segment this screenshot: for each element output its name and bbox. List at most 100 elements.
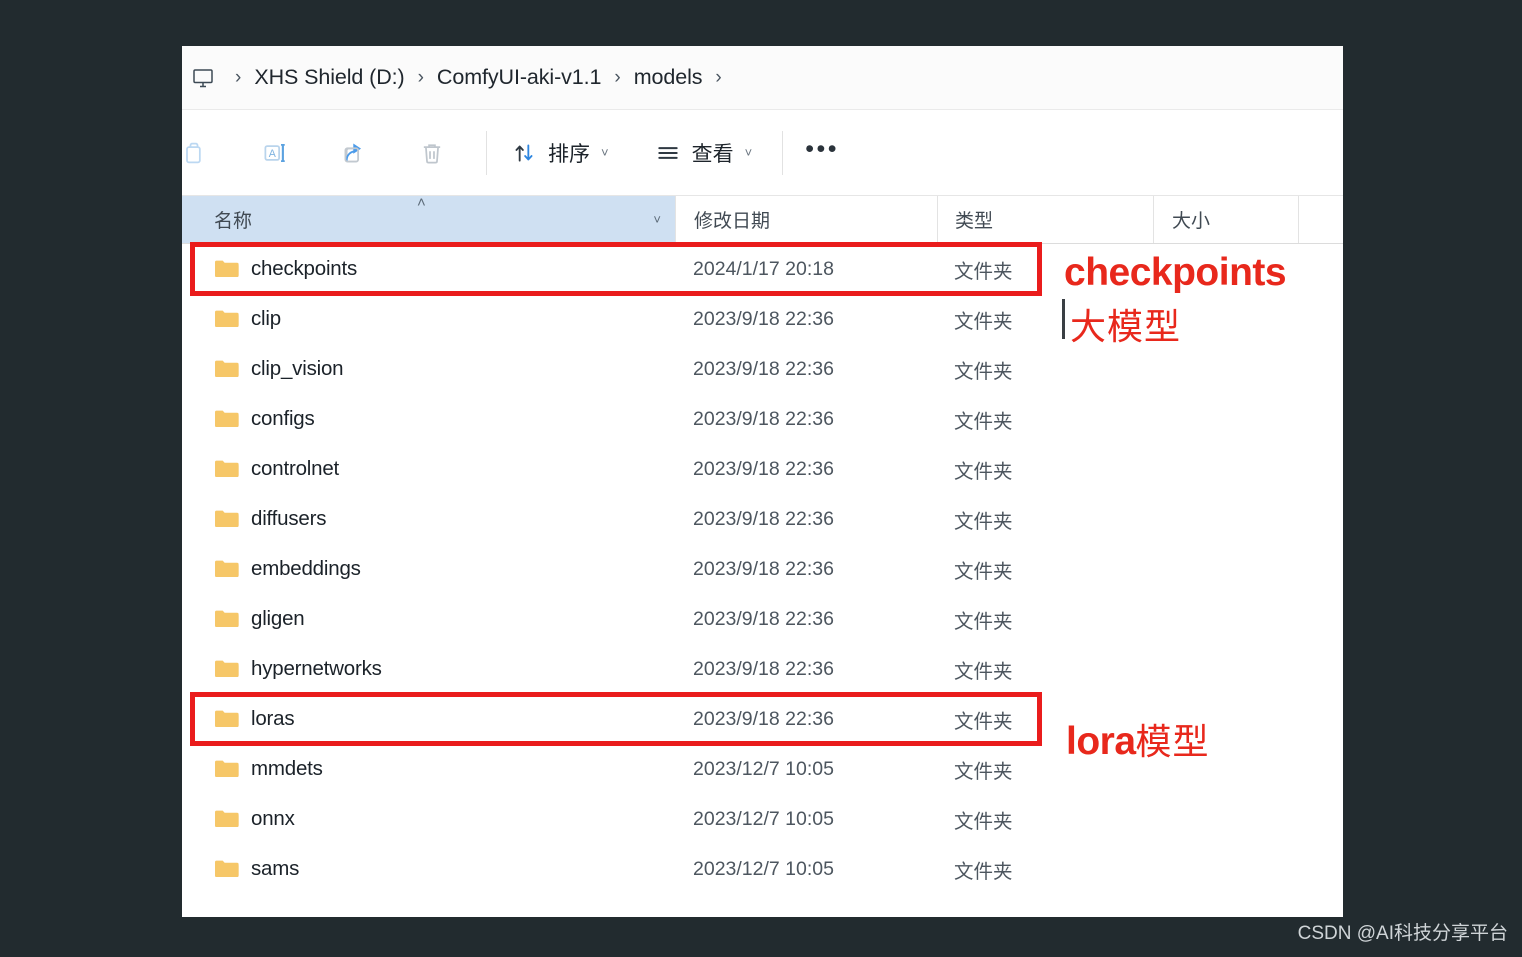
folder-icon — [214, 459, 239, 479]
file-name-cell: sams — [182, 857, 675, 881]
file-explorer-window: › XHS Shield (D:) › ComfyUI-aki-v1.1 › m… — [182, 46, 1343, 917]
column-header-size[interactable]: 大小 — [1153, 196, 1298, 243]
chevron-down-icon: ˅ — [744, 145, 753, 160]
folder-icon — [214, 559, 239, 579]
file-date-cell: 2023/12/7 10:05 — [693, 857, 834, 880]
file-type-cell: 文件夹 — [954, 660, 1013, 683]
breadcrumb-separator-3[interactable]: › — [702, 68, 734, 87]
column-header-date-modified[interactable]: 修改日期 — [675, 196, 937, 243]
column-header-date-label: 修改日期 — [694, 211, 771, 232]
file-type-cell: 文件夹 — [954, 410, 1013, 433]
file-date-cell: 2023/12/7 10:05 — [693, 807, 834, 830]
file-row[interactable]: embeddings 2023/9/18 22:36 文件夹 — [182, 544, 1343, 594]
file-name-label: controlnet — [251, 457, 340, 480]
annotation-loras: lora模型 — [1066, 713, 1210, 765]
folder-icon — [214, 759, 239, 779]
view-list-icon — [653, 140, 683, 166]
column-header-filler — [1298, 196, 1343, 243]
watermark: CSDN @AI科技分享平台 — [1297, 923, 1508, 944]
folder-icon — [214, 609, 239, 629]
file-date-cell: 2023/9/18 22:36 — [693, 557, 834, 580]
file-name-label: sams — [251, 857, 300, 880]
ellipsis-icon: ••• — [805, 135, 840, 163]
file-name-cell: clip_vision — [182, 357, 675, 381]
file-date-cell: 2023/9/18 22:36 — [693, 357, 834, 380]
file-type-cell: 文件夹 — [954, 560, 1013, 583]
folder-icon — [214, 859, 239, 879]
sort-label: 排序 — [548, 142, 590, 166]
file-name-cell: configs — [182, 407, 675, 431]
annotation-loras-latin: lora — [1066, 720, 1136, 763]
share-icon[interactable] — [326, 125, 382, 181]
text-cursor-caret — [1062, 299, 1065, 339]
sort-button[interactable]: 排序 ˅ — [501, 125, 617, 181]
column-header-type[interactable]: 类型 — [937, 196, 1153, 243]
file-row[interactable]: sams 2023/12/7 10:05 文件夹 — [182, 844, 1343, 894]
file-name-label: mmdets — [251, 757, 323, 780]
file-row[interactable]: controlnet 2023/9/18 22:36 文件夹 — [182, 444, 1343, 494]
command-toolbar: A 排序 ˅ 查看 ˅ ••• — [182, 110, 1343, 196]
file-name-label: embeddings — [251, 557, 361, 580]
rename-icon[interactable]: A — [248, 125, 304, 181]
file-row[interactable]: gligen 2023/9/18 22:36 文件夹 — [182, 594, 1343, 644]
folder-icon — [214, 509, 239, 529]
file-name-cell: checkpoints — [182, 257, 675, 281]
folder-icon — [214, 259, 239, 279]
svg-text:A: A — [269, 147, 277, 159]
column-header-name[interactable]: ˄ 名称 ˅ — [182, 194, 675, 243]
file-name-label: loras — [251, 707, 295, 730]
chevron-down-icon[interactable]: ˅ — [653, 212, 661, 227]
folder-icon — [214, 809, 239, 829]
folder-icon — [214, 709, 239, 729]
annotation-checkpoints-latin: checkpoints — [1064, 251, 1287, 294]
file-date-cell: 2023/9/18 22:36 — [693, 507, 834, 530]
file-type-cell: 文件夹 — [954, 460, 1013, 483]
file-row[interactable]: hypernetworks 2023/9/18 22:36 文件夹 — [182, 644, 1343, 694]
file-name-cell: loras — [182, 707, 675, 731]
file-name-label: hypernetworks — [251, 657, 382, 680]
file-name-cell: onnx — [182, 807, 675, 831]
file-name-cell: mmdets — [182, 757, 675, 781]
breadcrumb-item-comfyui[interactable]: ComfyUI-aki-v1.1 — [437, 65, 602, 90]
file-date-cell: 2023/9/18 22:36 — [693, 307, 834, 330]
sort-ascending-caret-icon: ˄ — [417, 194, 426, 211]
annotation-loras-cjk: 模型 — [1135, 721, 1210, 762]
file-row[interactable]: clip_vision 2023/9/18 22:36 文件夹 — [182, 344, 1343, 394]
file-row[interactable]: onnx 2023/12/7 10:05 文件夹 — [182, 794, 1343, 844]
file-date-cell: 2023/9/18 22:36 — [693, 407, 834, 430]
file-date-cell: 2023/12/7 10:05 — [693, 757, 834, 780]
toolbar-divider-2 — [782, 130, 784, 175]
file-row[interactable]: diffusers 2023/9/18 22:36 文件夹 — [182, 494, 1343, 544]
file-name-label: clip_vision — [251, 357, 344, 380]
file-name-cell: embeddings — [182, 557, 675, 581]
file-name-label: configs — [251, 407, 315, 430]
column-header-type-label: 类型 — [955, 211, 994, 232]
file-name-label: clip — [251, 307, 281, 330]
copy-icon[interactable] — [182, 125, 222, 181]
file-type-cell: 文件夹 — [954, 610, 1013, 633]
file-name-cell: gligen — [182, 607, 675, 631]
file-name-label: checkpoints — [251, 257, 358, 280]
more-options-button[interactable]: ••• — [797, 125, 847, 181]
column-header-size-label: 大小 — [1172, 211, 1211, 232]
file-name-cell: hypernetworks — [182, 657, 675, 681]
file-name-label: gligen — [251, 607, 305, 630]
breadcrumb-item-models[interactable]: models — [634, 65, 703, 90]
folder-icon — [214, 309, 239, 329]
breadcrumb-item-drive[interactable]: XHS Shield (D:) — [254, 65, 404, 90]
this-pc-icon — [188, 63, 218, 93]
view-button[interactable]: 查看 ˅ — [645, 125, 761, 181]
column-header-row: ˄ 名称 ˅ 修改日期 类型 大小 — [182, 194, 1343, 244]
file-date-cell: 2023/9/18 22:36 — [693, 707, 834, 730]
file-name-cell: clip — [182, 307, 675, 331]
breadcrumb-separator-1: › — [417, 67, 424, 88]
file-name-label: onnx — [251, 807, 295, 830]
column-header-name-label: 名称 — [214, 211, 253, 232]
file-name-cell: diffusers — [182, 507, 675, 531]
file-type-cell: 文件夹 — [954, 510, 1013, 533]
file-name-cell: controlnet — [182, 457, 675, 481]
delete-icon[interactable] — [404, 125, 460, 181]
file-row[interactable]: configs 2023/9/18 22:36 文件夹 — [182, 394, 1343, 444]
chevron-down-icon: ˅ — [601, 145, 609, 160]
address-bar[interactable]: › XHS Shield (D:) › ComfyUI-aki-v1.1 › m… — [182, 46, 1343, 110]
